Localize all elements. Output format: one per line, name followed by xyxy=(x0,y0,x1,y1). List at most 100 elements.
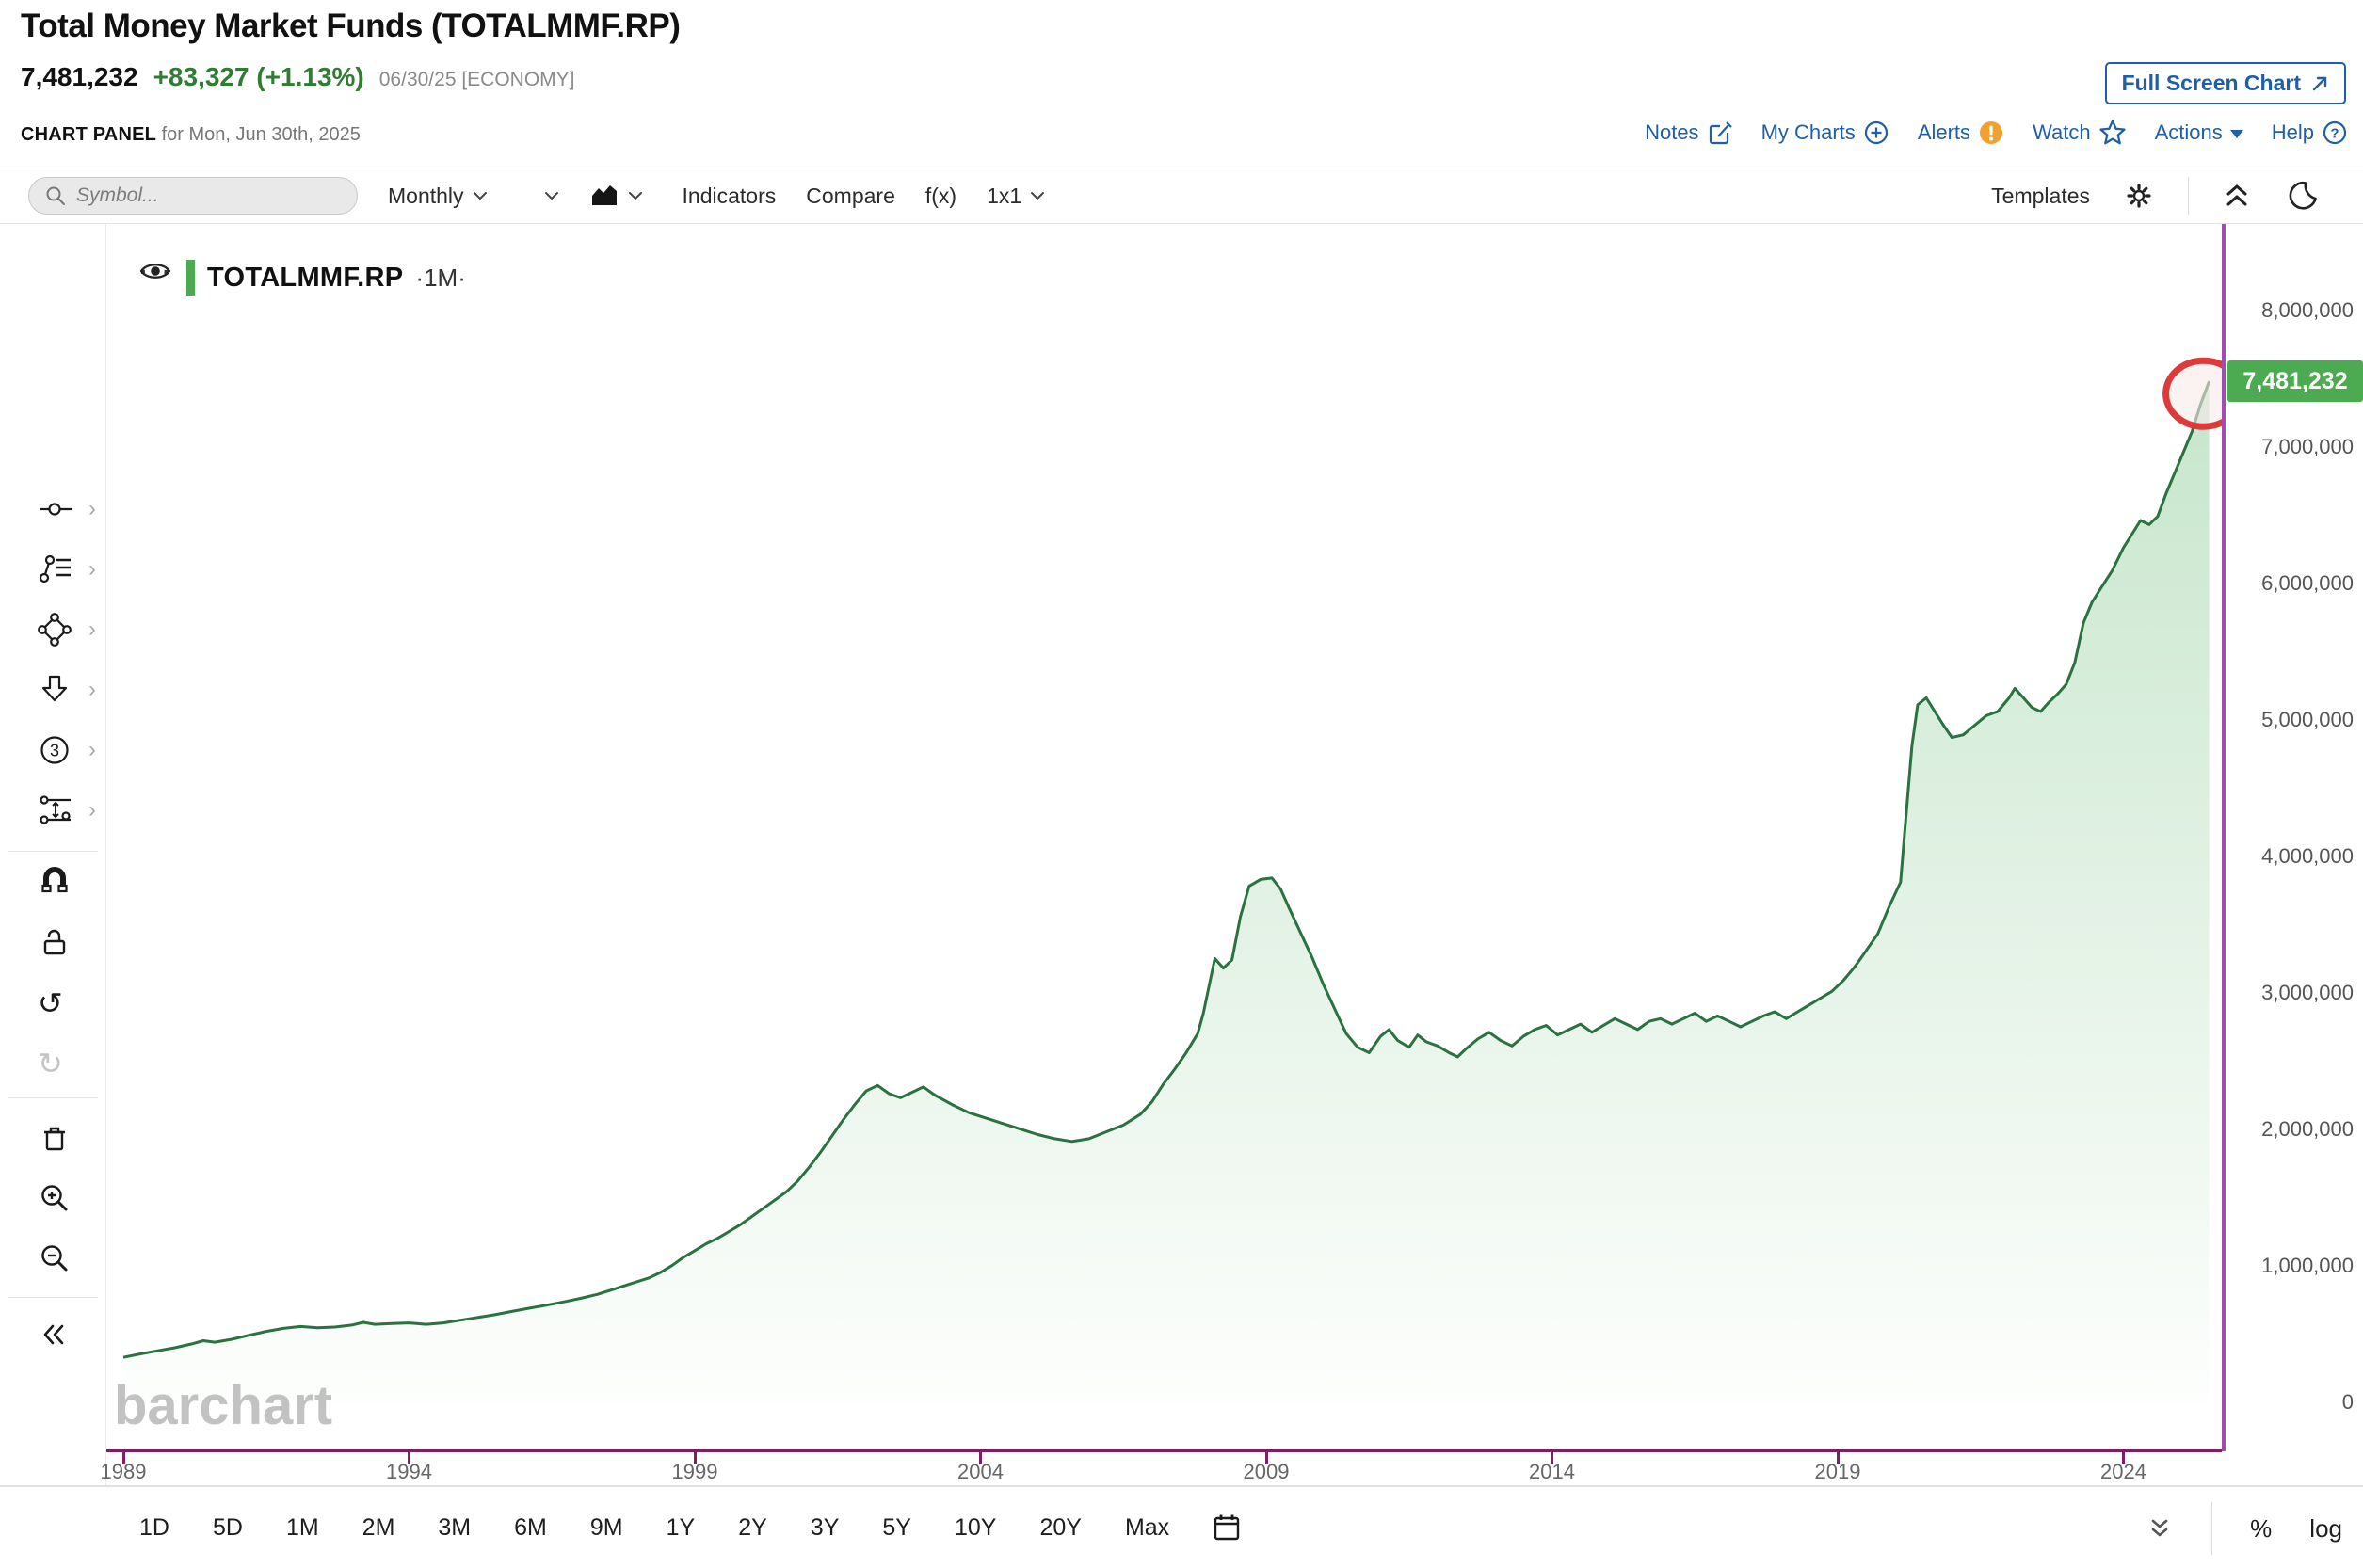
compare-button[interactable]: Compare xyxy=(806,184,895,209)
dark-mode-toggle[interactable] xyxy=(2285,178,2321,214)
chevron-right-icon[interactable]: › xyxy=(88,799,96,822)
svg-text:3: 3 xyxy=(50,742,59,760)
compare-label: Compare xyxy=(806,184,895,209)
range-button-2m[interactable]: 2M xyxy=(362,1514,395,1542)
help-link[interactable]: Help ? xyxy=(2272,120,2348,146)
redo-button[interactable]: ↻ xyxy=(0,1043,106,1084)
redo-icon: ↻ xyxy=(38,1048,63,1079)
measure-tool[interactable]: › xyxy=(0,790,106,831)
range-button-10y[interactable]: 10Y xyxy=(955,1514,996,1542)
zoom-out-button[interactable] xyxy=(0,1239,106,1280)
arrow-up-right-icon xyxy=(2310,74,2329,93)
unlock-icon xyxy=(38,926,72,960)
collapse-toolbar-button[interactable] xyxy=(2221,181,2253,211)
undo-icon: ↺ xyxy=(38,988,63,1018)
actions-link[interactable]: Actions xyxy=(2155,120,2243,145)
header: Total Money Market Funds (TOTALMMF.RP) 7… xyxy=(0,0,2363,168)
measure-tool-icon xyxy=(38,793,72,827)
delete-drawings-button[interactable] xyxy=(0,1118,106,1160)
svg-text:?: ? xyxy=(2330,126,2339,142)
templates-label: Templates xyxy=(1991,184,2090,209)
calendar-icon[interactable] xyxy=(1213,1512,1241,1543)
chevron-right-icon[interactable]: › xyxy=(88,679,96,701)
annotation-tool[interactable]: › xyxy=(0,549,106,590)
crosshair-tool[interactable]: › xyxy=(0,488,106,530)
x-axis-label: 2009 xyxy=(1244,1460,1290,1484)
watch-link[interactable]: Watch xyxy=(2033,119,2127,147)
chevron-down-icon xyxy=(628,191,643,200)
full-screen-chart-button[interactable]: Full Screen Chart xyxy=(2105,62,2346,104)
chevron-right-icon[interactable]: › xyxy=(88,558,96,581)
shapes-tool[interactable]: › xyxy=(0,609,106,650)
rail-divider xyxy=(8,851,98,852)
x-axis-label: 1989 xyxy=(101,1460,147,1484)
range-button-20y[interactable]: 20Y xyxy=(1039,1514,1081,1542)
annotation-tool-icon xyxy=(38,552,72,586)
x-axis-label: 1994 xyxy=(386,1460,432,1484)
chart-plot-area[interactable]: ··· TOTALMMF.RP ·1M· barchart xyxy=(106,224,2222,1451)
area-chart-type-icon xyxy=(589,183,619,209)
alerts-label: Alerts xyxy=(1918,120,1970,145)
chart-type-dropdown[interactable] xyxy=(589,183,643,209)
frequency-dropdown[interactable]: Monthly xyxy=(388,184,488,209)
chevron-down-icon xyxy=(544,191,559,200)
x-axis-label: 2004 xyxy=(957,1460,1004,1484)
unlock-tool[interactable]: › xyxy=(0,922,106,964)
chevron-right-icon[interactable]: › xyxy=(88,498,96,520)
aggregation-dropdown[interactable] xyxy=(544,191,559,200)
last-point-highlight-circle xyxy=(2166,360,2222,426)
chevron-down-icon xyxy=(473,191,488,200)
fx-button[interactable]: f(x) xyxy=(925,184,956,209)
chevron-right-icon[interactable]: › xyxy=(88,739,96,761)
full-screen-chart-label: Full Screen Chart xyxy=(2122,71,2301,96)
notes-link[interactable]: Notes xyxy=(1645,120,1732,146)
bottombar-divider xyxy=(2211,1502,2212,1555)
help-label: Help xyxy=(2272,120,2314,145)
chevron-right-icon[interactable]: › xyxy=(88,618,96,641)
price-chart[interactable] xyxy=(106,224,2222,1451)
barchart-watermark: barchart xyxy=(114,1374,332,1437)
grid-layout-dropdown[interactable]: 1x1 xyxy=(987,184,1045,209)
range-button-9m[interactable]: 9M xyxy=(590,1514,623,1542)
y-axis-label: 6,000,000 xyxy=(2222,571,2354,596)
range-button-1d[interactable]: 1D xyxy=(139,1514,169,1542)
indicators-button[interactable]: Indicators xyxy=(683,184,777,209)
star-icon xyxy=(2098,119,2127,147)
arrow-down-tool-icon xyxy=(38,673,72,707)
undo-button[interactable]: ↺ xyxy=(0,983,106,1024)
percent-scale-toggle[interactable]: % xyxy=(2250,1514,2272,1544)
range-button-3m[interactable]: 3M xyxy=(438,1514,471,1542)
wave-count-tool[interactable]: 3 › xyxy=(0,729,106,771)
range-button-1y[interactable]: 1Y xyxy=(667,1514,696,1542)
templates-button[interactable]: Templates xyxy=(1991,184,2090,209)
y-axis[interactable]: 7,481,232 8,000,0007,000,0006,000,0005,0… xyxy=(2222,224,2363,1451)
my-charts-link[interactable]: My Charts xyxy=(1761,120,1889,146)
quote-date: 06/30/25 [ECONOMY] xyxy=(379,69,575,91)
y-axis-label: 2,000,000 xyxy=(2222,1117,2354,1142)
range-button-5d[interactable]: 5D xyxy=(213,1514,243,1542)
double-chevron-down-icon[interactable] xyxy=(2146,1514,2174,1543)
magnet-tool[interactable]: › xyxy=(0,862,106,904)
range-button-5y[interactable]: 5Y xyxy=(882,1514,911,1542)
symbol-search-input[interactable]: Symbol... xyxy=(28,177,358,215)
range-button-2y[interactable]: 2Y xyxy=(738,1514,767,1542)
arrow-tool[interactable]: › xyxy=(0,669,106,711)
alert-badge-icon xyxy=(1978,120,2004,146)
fx-label: f(x) xyxy=(925,184,956,209)
x-axis[interactable]: 19891994199920042009201420192024 xyxy=(106,1449,2222,1485)
eye-icon[interactable] xyxy=(139,260,171,282)
log-scale-toggle[interactable]: log xyxy=(2309,1514,2342,1544)
range-button-6m[interactable]: 6M xyxy=(514,1514,547,1542)
range-button-1m[interactable]: 1M xyxy=(286,1514,319,1542)
range-button-max[interactable]: Max xyxy=(1125,1514,1169,1542)
range-button-3y[interactable]: 3Y xyxy=(811,1514,840,1542)
collapse-rail-button[interactable] xyxy=(0,1314,106,1355)
series-symbol: TOTALMMF.RP xyxy=(207,263,403,294)
last-price: 7,481,232 xyxy=(21,62,138,92)
settings-button[interactable] xyxy=(2122,179,2156,213)
toolbar-divider xyxy=(2188,177,2189,215)
zoom-in-button[interactable] xyxy=(0,1178,106,1220)
frequency-label: Monthly xyxy=(388,184,464,209)
series-interval: ·1M· xyxy=(415,264,465,293)
alerts-link[interactable]: Alerts xyxy=(1918,120,2004,146)
